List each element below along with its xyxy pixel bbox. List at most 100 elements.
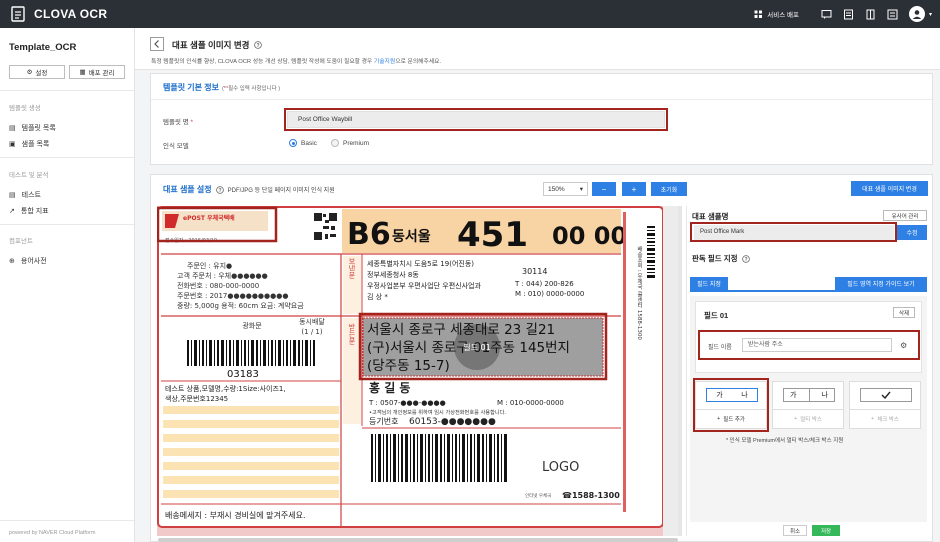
waybill-recv-note: •고객님의 개인정보를 위하여 임시 가상전화번호를 사용합니다. bbox=[369, 408, 506, 416]
edit-sample-name-button[interactable]: 수정 bbox=[897, 225, 927, 240]
deploy-manage-icon: ▦ bbox=[79, 69, 86, 76]
highlight-add-field bbox=[693, 378, 769, 432]
waybill-sender-addr: 우정사업본부 우편사업단 우편신사업과 bbox=[367, 281, 481, 290]
waybill-sender-line: 고객 주문처 : 우체●●●●●● bbox=[177, 271, 268, 280]
highlight-template-name bbox=[284, 108, 668, 131]
check-box-button: + 체크 박스 bbox=[850, 409, 920, 428]
check-icon bbox=[881, 391, 891, 399]
template-info-title-text: 템플릿 기본 정보 bbox=[163, 83, 219, 92]
svg-text:?: ? bbox=[218, 188, 221, 194]
model-label: 인식 모델 bbox=[163, 143, 189, 150]
page-header: 대표 샘플 이미지 변경 ? 특정 템플릿의 인식률 향상, CLOVA OCR… bbox=[135, 28, 940, 70]
tab-field-setting[interactable]: 필드 지정 bbox=[690, 277, 728, 290]
sidebar-divider bbox=[0, 520, 134, 521]
sample-settings-title: 대표 샘플 설정 ? PDF/JPG 등 단일 페이지 이미지 인식 지원 bbox=[163, 184, 335, 195]
page-subtitle: 특정 템플릿의 인식률 향상, CLOVA OCR 성능 개선 상담, 템플릿 … bbox=[151, 56, 441, 65]
template-info-card: 템플릿 기본 정보 (**필수 입력 사항입니다 ) 템플릿 명 * Post … bbox=[150, 73, 933, 165]
waybill-recv-tel: T : 0507-●●●-●●●● bbox=[368, 399, 446, 407]
main-content: 대표 샘플 이미지 변경 ? 특정 템플릿의 인식률 향상, CLOVA OCR… bbox=[135, 28, 940, 542]
sidebar-item-metrics[interactable]: ↗ 통합 지표 bbox=[9, 206, 49, 216]
tech-support-link[interactable]: 기술지원 bbox=[374, 59, 395, 65]
deploy-label: 서비스 배포 bbox=[767, 12, 799, 19]
waybill-sender-addr: 김 상 * bbox=[367, 292, 388, 301]
waybill-sender-line: 전화번호 : 080-000-0000 bbox=[177, 281, 259, 290]
multi-box-button: + 멀티 박스 bbox=[773, 409, 843, 428]
field-settings-panel: 대표 샘플명 유사어 관리 Post Office Mark 수정 판독 필드 … bbox=[686, 206, 928, 536]
radio-premium-label: Premium bbox=[343, 139, 370, 147]
test-icon: ▤ bbox=[9, 192, 16, 199]
waybill-region: 동서울 bbox=[392, 228, 431, 245]
sidebar-item-dictionary[interactable]: ⊕ 용어사전 bbox=[9, 256, 47, 266]
template-name-label: 템플릿 명 * bbox=[163, 116, 193, 126]
radio-dot bbox=[331, 139, 339, 147]
sidebar-item-label: 용어사전 bbox=[20, 258, 47, 265]
sidebar-footer: powered by NAVER Cloud Platform bbox=[9, 530, 96, 536]
delete-field-button[interactable]: 삭제 bbox=[893, 307, 915, 318]
notice-icon[interactable] bbox=[843, 8, 855, 20]
option-multi-sample: 가나 bbox=[783, 388, 835, 402]
sidebar-section-component: 컴포넌트 bbox=[9, 238, 33, 245]
radio-premium[interactable]: Premium bbox=[331, 139, 369, 147]
help-icon[interactable]: ? bbox=[741, 254, 750, 263]
settings-button[interactable]: ⚙ 설정 bbox=[9, 65, 65, 79]
sidebar: Template_OCR ⚙ 설정 ▦ 배포 관리 템플릿 생성 ▤ 템플릿 목록 ▣… bbox=[0, 28, 135, 542]
waybill-side-vertical: 배송조회 : 우체국 콜센터 1588-1300 bbox=[636, 245, 643, 340]
required-marker: * bbox=[190, 119, 194, 126]
save-button[interactable]: 저장 bbox=[812, 525, 840, 536]
premium-note: * 인식 모델 Premium에서 멀티 박스/체크 박스 지원 bbox=[726, 438, 844, 444]
waybill-recv-addr: 서울시 종로구 세종대로 23 길21 bbox=[367, 322, 555, 338]
page-title-text: 대표 샘플 이미지 변경 bbox=[172, 40, 250, 50]
reset-button[interactable]: 초기화 bbox=[651, 182, 687, 196]
chevron-left-icon bbox=[154, 40, 159, 48]
tab-field-guide[interactable]: 필드 영역 지정 가이드 보기 bbox=[835, 277, 927, 290]
field-title: 필드 01 bbox=[704, 311, 729, 320]
deploy-management-button[interactable]: ▦ 배포 관리 bbox=[69, 65, 125, 79]
subtitle-post: 으로 문의해주세요. bbox=[395, 59, 442, 65]
clova-logo-icon bbox=[8, 5, 28, 23]
help-icon[interactable]: ? bbox=[215, 185, 224, 194]
user-manage-button[interactable]: 유사어 관리 bbox=[883, 210, 927, 221]
app-brand: CLOVA OCR bbox=[34, 7, 108, 21]
sample-image-viewer[interactable]: ePOST 우체국택배 접수일자 : 2016/03/10 B6 동서울 451… bbox=[157, 206, 682, 536]
waybill-reg-label: 등기번호 bbox=[369, 417, 398, 426]
help-icon[interactable]: ? bbox=[254, 41, 263, 49]
console-icon[interactable] bbox=[887, 8, 899, 20]
list-icon: ▤ bbox=[9, 125, 16, 132]
sample-settings-title-text: 대표 샘플 설정 bbox=[163, 185, 212, 194]
sidebar-section-template: 템플릿 생성 bbox=[9, 105, 41, 112]
change-sample-image-button[interactable]: 대표 샘플 이미지 변경 bbox=[851, 181, 928, 196]
waybill-zip-sender: 30114 bbox=[522, 267, 547, 276]
sidebar-item-template-list[interactable]: ▤ 템플릿 목록 bbox=[9, 123, 56, 133]
deploy-button[interactable]: 서비스 배포 bbox=[754, 9, 799, 19]
waybill-sender-line: 주문번호 : 2017●●●●●●●●●● bbox=[177, 291, 288, 300]
sidebar-item-sample-list[interactable]: ▣ 샘플 목록 bbox=[9, 139, 49, 149]
waybill-side-receiver: 받는분 bbox=[348, 323, 356, 345]
waybill-code: B6 bbox=[347, 217, 391, 252]
template-name-label-text: 템플릿 명 bbox=[163, 119, 189, 126]
required-note: (**필수 입력 사항입니다 ) bbox=[222, 84, 280, 92]
field-setting-label: 판독 필드 지정 ? bbox=[692, 253, 750, 264]
zoom-value: 150% bbox=[548, 185, 565, 193]
book-icon[interactable] bbox=[865, 8, 877, 20]
zoom-out-button[interactable]: − bbox=[592, 182, 616, 196]
chevron-down-icon[interactable]: ▾ bbox=[929, 11, 932, 18]
waybill-image[interactable]: ePOST 우체국택배 접수일자 : 2016/03/10 B6 동서울 451… bbox=[157, 206, 682, 536]
waybill-office: 광화문 bbox=[242, 322, 262, 330]
vertical-scrollbar[interactable] bbox=[678, 206, 682, 536]
back-button[interactable] bbox=[150, 37, 164, 51]
field-overlay-label: 필드 01 bbox=[463, 342, 490, 352]
radio-basic[interactable]: Basic bbox=[289, 139, 317, 147]
sidebar-divider bbox=[0, 224, 134, 225]
sample-name-label: 대표 샘플명 bbox=[692, 212, 729, 221]
sidebar-item-label: 테스트 bbox=[21, 192, 41, 199]
chat-icon[interactable] bbox=[821, 8, 833, 20]
user-avatar-icon[interactable] bbox=[908, 6, 925, 22]
horizontal-scrollbar[interactable] bbox=[158, 538, 678, 542]
waybill-num-a: 451 bbox=[457, 215, 528, 255]
dictionary-icon: ⊕ bbox=[9, 258, 15, 265]
zoom-in-button[interactable]: + bbox=[622, 182, 646, 196]
zoom-select[interactable]: 150% ▾ bbox=[543, 182, 588, 196]
subtitle-pre: 특정 템플릿의 인식률 향상, CLOVA OCR 성능 개선 상담, 템플릿 … bbox=[151, 59, 374, 65]
sidebar-item-test[interactable]: ▤ 테스트 bbox=[9, 190, 41, 200]
cancel-button[interactable]: 취소 bbox=[783, 525, 807, 536]
